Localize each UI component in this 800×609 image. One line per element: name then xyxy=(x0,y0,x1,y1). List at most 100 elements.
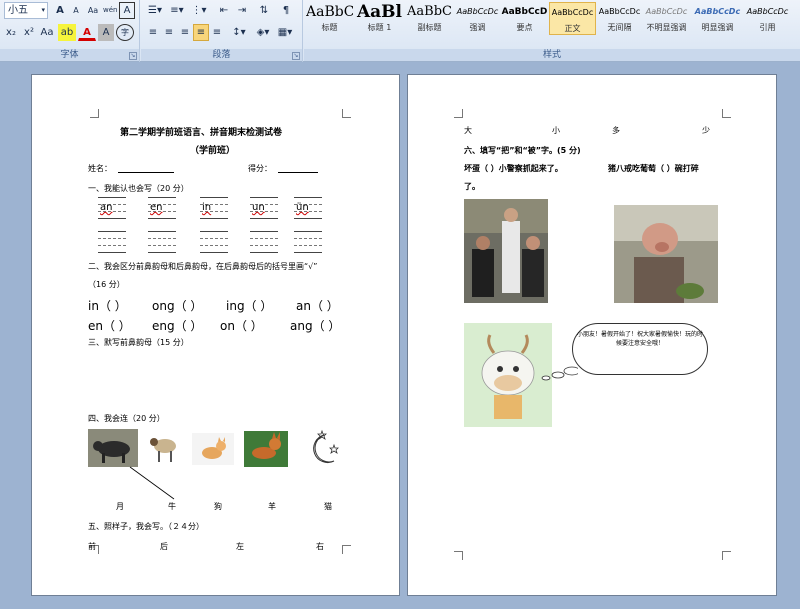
margin-corner xyxy=(454,109,463,118)
example-word: 左 xyxy=(236,542,244,551)
children-police-photo xyxy=(464,199,548,303)
question-2-points: （16 分） xyxy=(88,280,125,289)
margin-corner xyxy=(90,109,99,118)
style-strong[interactable]: AaBbCcD 要点 xyxy=(501,2,548,35)
word-small: 小 xyxy=(552,126,560,135)
font-size-value: 小五 xyxy=(8,5,28,16)
match-word: 牛 xyxy=(168,502,176,511)
question-6-line-2: 了。 xyxy=(464,182,480,191)
moon-star-image xyxy=(313,429,339,463)
dialog-launcher-icon[interactable]: ↘ xyxy=(292,52,300,60)
font-color-button[interactable]: A xyxy=(78,24,96,41)
exam-title: 第二学期学前班语言、拼音期末检测试卷 xyxy=(120,128,283,138)
score-blank xyxy=(278,172,318,173)
align-center-button[interactable]: ≡ xyxy=(161,24,177,41)
question-6-line-1a: 坏蛋（ ）小警察抓起来了。 xyxy=(464,164,563,173)
margin-corner xyxy=(342,109,351,118)
enclose-char-button[interactable]: 字 xyxy=(116,24,134,41)
style-intense-emphasis[interactable]: AaBbCcDc 明显强调 xyxy=(694,2,741,35)
thought-bubble-tail xyxy=(541,366,578,381)
superscript-button[interactable]: x² xyxy=(20,24,38,41)
margin-corner xyxy=(454,551,463,560)
exam-subtitle: （学前班） xyxy=(190,146,236,156)
speech-bubble: 小朋友！暑假开始了！祝大家暑假愉快！玩的时候要注意安全哦！ xyxy=(572,323,708,375)
pinyin-box: an xyxy=(98,197,126,227)
word-big: 大 xyxy=(464,126,472,135)
font-group-label: 字体 xyxy=(0,49,139,61)
question-6: 六、填写“把”和“被”字。(5 分) xyxy=(464,146,581,155)
style-subtitle[interactable]: AaBbC 副标题 xyxy=(406,2,453,35)
grow-font-button[interactable]: A xyxy=(52,2,68,19)
increase-indent-button[interactable]: ⇥ xyxy=(233,2,251,19)
question-3: 三、默写前鼻韵母（15 分） xyxy=(88,338,189,347)
pinyin-blank-box xyxy=(200,231,228,261)
sheep-image xyxy=(148,431,178,465)
name-label: 姓名： xyxy=(88,164,112,173)
pinyin-item: an xyxy=(100,202,113,213)
char-border-button[interactable]: A xyxy=(119,2,135,19)
char-shading-button[interactable]: A xyxy=(98,24,114,41)
font-group: 小五 ▾ A A Aa wén A x₂ x² Aa ab A A 字 字体 ↘ xyxy=(0,0,140,62)
margin-corner xyxy=(722,109,731,118)
pinyin-item: un xyxy=(252,202,265,213)
phonetic-guide-button[interactable]: wén xyxy=(102,2,118,19)
numbering-button[interactable]: ≡▾ xyxy=(167,2,187,19)
justify-button[interactable]: ≡ xyxy=(193,24,209,41)
style-title[interactable]: AaBbC 标题 xyxy=(306,2,353,35)
nasal-item: ing（ ） xyxy=(226,299,273,313)
pinyin-box: in xyxy=(200,197,228,227)
style-normal[interactable]: AaBbCcDc 正文 xyxy=(549,2,596,35)
shading-button[interactable]: ◈▾ xyxy=(253,24,273,41)
shrink-font-button[interactable]: A xyxy=(68,2,84,19)
decrease-indent-button[interactable]: ⇤ xyxy=(215,2,233,19)
styles-group-label: 样式 xyxy=(304,49,800,61)
nasal-item: ang（ ） xyxy=(290,319,341,333)
nasal-item: on（ ） xyxy=(220,319,263,333)
pinyin-box: ün xyxy=(294,197,322,227)
word-many: 多 xyxy=(612,126,620,135)
question-6-line-1b: 猪八戒吃葡萄（ ）碗打碎 xyxy=(608,164,699,173)
match-word: 月 xyxy=(116,502,124,511)
word-few: 少 xyxy=(702,126,710,135)
dialog-launcher-icon[interactable]: ↘ xyxy=(129,52,137,60)
sort-button[interactable]: ⇅ xyxy=(255,2,273,19)
font-size-select[interactable]: 小五 ▾ xyxy=(4,2,48,19)
style-quote[interactable]: AaBbCcDc 引用 xyxy=(744,2,791,35)
buffalo-image xyxy=(88,429,138,467)
style-emphasis[interactable]: AaBbCcDc 强调 xyxy=(454,2,501,35)
match-word: 猫 xyxy=(324,502,332,511)
match-word: 狗 xyxy=(214,502,222,511)
score-label: 得分： xyxy=(248,164,272,173)
subscript-button[interactable]: x₂ xyxy=(2,24,20,41)
show-marks-button[interactable]: ¶ xyxy=(277,2,295,19)
line-spacing-button[interactable]: ↕▾ xyxy=(229,24,249,41)
style-heading-1[interactable]: AaBl 标题 1 xyxy=(356,2,403,35)
kitten-image xyxy=(192,433,234,465)
highlight-button[interactable]: ab xyxy=(58,24,76,41)
change-case-button[interactable]: Aa xyxy=(38,24,56,41)
pig-mask-photo xyxy=(614,205,718,303)
pinyin-item: en xyxy=(150,202,163,213)
bullets-button[interactable]: ☰▾ xyxy=(145,2,165,19)
paragraph-group: ☰▾ ≡▾ ⋮▾ ⇤ ⇥ ⇅ ¶ ≡ ≡ ≡ ≡ ≡ ↕▾ ◈▾ ▦▾ 段落 ↘ xyxy=(141,0,303,62)
nasal-item: an（ ） xyxy=(296,299,339,313)
pinyin-box: en xyxy=(148,197,176,227)
multilevel-list-button[interactable]: ⋮▾ xyxy=(189,2,209,19)
align-right-button[interactable]: ≡ xyxy=(177,24,193,41)
pinyin-box: un xyxy=(250,197,278,227)
nasal-item: ong（ ） xyxy=(152,299,203,313)
align-left-button[interactable]: ≡ xyxy=(145,24,161,41)
distributed-button[interactable]: ≡ xyxy=(209,24,225,41)
dog-image xyxy=(244,431,288,467)
document-page-2: 大 小 多 少 六、填写“把”和“被”字。(5 分) 坏蛋（ ）小警察抓起来了。… xyxy=(407,74,777,596)
question-4: 四、我会连（20 分） xyxy=(88,414,165,423)
style-subtle-emphasis[interactable]: AaBbCcDc 不明显强调 xyxy=(643,2,690,35)
borders-button[interactable]: ▦▾ xyxy=(275,24,295,41)
pinyin-item: ün xyxy=(296,202,309,213)
style-no-spacing[interactable]: AaBbCcDc 无间隔 xyxy=(596,2,643,35)
nasal-item: en（ ） xyxy=(88,319,131,333)
ribbon: 小五 ▾ A A Aa wén A x₂ x² Aa ab A A 字 字体 ↘… xyxy=(0,0,800,62)
clear-format-button[interactable]: Aa xyxy=(85,2,101,19)
question-2: 二、我会区分前鼻韵母和后鼻韵母，在后鼻韵母后的括号里画“√” xyxy=(88,262,318,271)
example-word: 后 xyxy=(160,542,168,551)
